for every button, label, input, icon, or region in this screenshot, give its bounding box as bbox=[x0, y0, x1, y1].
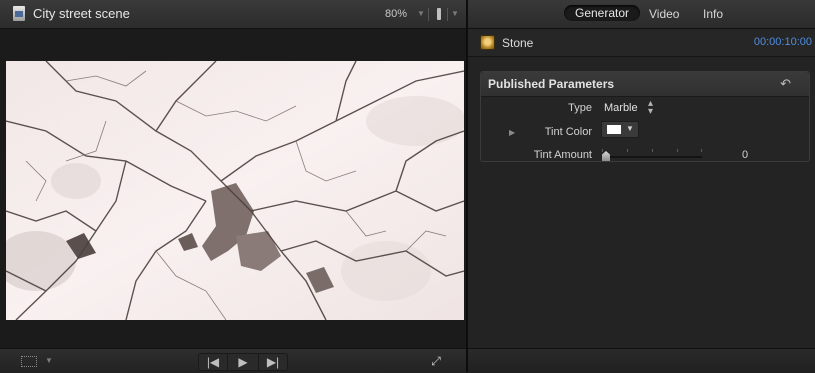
clip-name: Stone bbox=[502, 36, 534, 50]
transform-menu-chevron-icon[interactable]: ▼ bbox=[45, 356, 53, 365]
header-divider bbox=[428, 8, 429, 21]
published-parameters-panel: Published Parameters ↶ Type Marble ▴ ▾ ▶ … bbox=[480, 71, 810, 162]
header-divider bbox=[447, 8, 448, 21]
slider-thumb[interactable] bbox=[602, 151, 610, 161]
type-popup[interactable]: Marble bbox=[604, 102, 638, 114]
viewer-transport-bar: ▼ |◀ ▶ ▶| ⤢ bbox=[0, 348, 466, 373]
view-options-icon[interactable] bbox=[434, 7, 444, 21]
slider-tick bbox=[652, 149, 653, 152]
published-parameters-header: Published Parameters ↶ bbox=[481, 72, 809, 97]
viewer-pane: City street scene 80% ▼ ▼ ▼ |◀ ▶ ▶| ⤢ bbox=[0, 0, 466, 373]
inspector-footer bbox=[468, 348, 815, 373]
skip-next-button[interactable]: ▶| bbox=[258, 353, 288, 371]
slider-tick bbox=[677, 149, 678, 152]
tint-color-label: Tint Color bbox=[544, 126, 592, 138]
tint-color-well[interactable]: ▼ bbox=[601, 121, 639, 138]
tint-amount-value[interactable]: 0 bbox=[742, 149, 748, 161]
slider-tick bbox=[701, 149, 702, 152]
reset-icon[interactable]: ↶ bbox=[780, 76, 791, 92]
tab-video[interactable]: Video bbox=[649, 7, 679, 21]
viewer-title: City street scene bbox=[33, 6, 130, 21]
slider-tick bbox=[627, 149, 628, 152]
inspector-pane: Generator Video Info Stone 00:00:10:00 P… bbox=[468, 0, 815, 373]
zoom-menu-chevron-icon[interactable]: ▼ bbox=[417, 9, 425, 18]
viewer-header: City street scene 80% ▼ ▼ bbox=[0, 0, 466, 29]
skip-next-icon: ▶| bbox=[266, 355, 280, 369]
tab-info[interactable]: Info bbox=[703, 7, 723, 21]
view-menu-chevron-icon[interactable]: ▼ bbox=[451, 9, 459, 18]
clip-header: Stone 00:00:10:00 bbox=[468, 29, 815, 57]
project-document-icon bbox=[13, 6, 25, 21]
play-button[interactable]: ▶ bbox=[227, 353, 259, 371]
clip-duration: 00:00:10:00 bbox=[753, 36, 812, 48]
skip-previous-button[interactable]: |◀ bbox=[198, 353, 228, 371]
marble-texture-image bbox=[6, 61, 464, 320]
zoom-level[interactable]: 80% bbox=[385, 8, 407, 20]
inspector-tab-bar: Generator Video Info bbox=[468, 0, 815, 29]
published-parameters-title: Published Parameters bbox=[488, 77, 615, 91]
generator-icon bbox=[480, 35, 495, 50]
skip-previous-icon: |◀ bbox=[206, 355, 220, 369]
play-icon: ▶ bbox=[238, 355, 248, 369]
video-canvas-marble[interactable] bbox=[6, 61, 464, 320]
tint-color-swatch bbox=[607, 125, 621, 134]
transform-icon[interactable] bbox=[20, 354, 38, 367]
slider-tick bbox=[602, 149, 603, 152]
slider-track bbox=[602, 156, 702, 158]
popup-stepper-icon[interactable]: ▴ ▾ bbox=[648, 99, 653, 117]
color-menu-chevron-icon[interactable]: ▼ bbox=[626, 124, 634, 133]
fullscreen-icon[interactable]: ⤢ bbox=[428, 354, 444, 368]
tint-amount-label: Tint Amount bbox=[533, 149, 592, 161]
type-label: Type bbox=[568, 102, 592, 114]
tint-amount-slider[interactable] bbox=[602, 149, 702, 162]
tab-generator[interactable]: Generator bbox=[564, 5, 641, 21]
